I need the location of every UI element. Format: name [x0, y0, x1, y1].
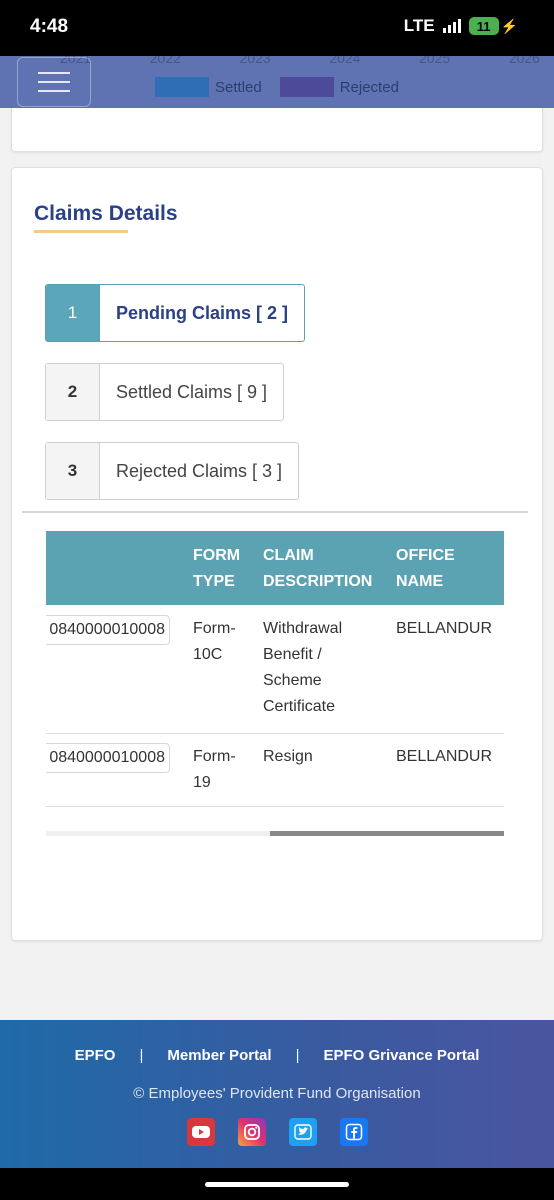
claims-table[interactable]: FORM TYPE CLAIM DESCRIPTION OFFICE NAME …	[46, 531, 504, 807]
charging-icon: ⚡	[500, 17, 518, 34]
footer-separator: |	[295, 1047, 300, 1064]
header-form-type: FORM TYPE	[193, 547, 241, 590]
header-claim-description: CLAIM DESCRIPTION	[263, 547, 373, 590]
signal-icon	[442, 19, 461, 33]
youtube-icon[interactable]	[186, 1118, 215, 1146]
tab-label: Settled Claims [ 9 ]	[116, 381, 268, 402]
top-navbar: 2021 2022 2023 2024 2025 2026 Settled Re…	[0, 56, 554, 108]
footer-links: EPFO | Member Portal | EPFO Grivance Por…	[0, 1047, 554, 1064]
footer-link-member-portal[interactable]: Member Portal	[167, 1047, 271, 1064]
network-type: LTE	[403, 16, 435, 35]
cell-form-type: Form- 19	[193, 748, 236, 791]
tab-label: Pending Claims [ 2 ]	[116, 302, 289, 323]
legend-swatch-rejected	[279, 77, 334, 97]
chart-legend: Settled Rejected	[155, 77, 417, 97]
cell-office-name: BELLANDUR	[396, 620, 493, 637]
legend-label-settled: Settled	[215, 78, 262, 96]
cell-claim-description: Resign	[263, 748, 313, 765]
status-indicators: LTE 11 ⚡	[404, 16, 518, 36]
hamburger-icon	[38, 72, 70, 74]
instagram-icon[interactable]	[237, 1118, 266, 1146]
tab-rejected-claims[interactable]: 3 Rejected Claims [ 3 ]	[45, 442, 300, 500]
row-divider	[46, 733, 504, 734]
claim-id-field[interactable]: 0840000010008	[46, 615, 170, 645]
footer-separator: |	[139, 1047, 144, 1064]
social-links	[0, 1118, 554, 1146]
tab-pending-claims[interactable]: 1 Pending Claims [ 2 ]	[45, 284, 306, 342]
year-tick: 2024	[329, 56, 361, 66]
facebook-icon[interactable]	[339, 1118, 368, 1146]
scrollbar-thumb[interactable]	[270, 831, 504, 836]
header-office-name: OFFICE NAME	[396, 547, 455, 590]
year-tick: 2026	[508, 56, 540, 66]
legend-swatch-settled	[155, 77, 209, 97]
chart-card-bottom	[11, 108, 543, 152]
hamburger-menu-button[interactable]	[17, 57, 91, 107]
tab-number: 1	[46, 285, 100, 341]
copyright-text: © Employees' Provident Fund Organisation	[133, 1085, 421, 1102]
tab-number: 3	[46, 443, 100, 499]
title-underline	[34, 230, 128, 233]
cell-form-type: Form- 10C	[193, 620, 236, 663]
year-tick: 2025	[419, 56, 451, 66]
divider	[22, 511, 528, 513]
status-time: 4:48	[30, 16, 69, 37]
legend-label-rejected: Rejected	[339, 78, 399, 96]
claim-id-field[interactable]: 0840000010008	[46, 743, 170, 773]
cell-office-name: BELLANDUR	[396, 748, 493, 765]
tab-number: 2	[46, 364, 100, 420]
row-divider	[46, 806, 504, 807]
footer: EPFO | Member Portal | EPFO Grivance Por…	[0, 1020, 554, 1168]
battery-icon: 11 ⚡	[468, 17, 518, 35]
tab-label: Rejected Claims [ 3 ]	[116, 460, 283, 481]
home-indicator[interactable]	[205, 1182, 349, 1187]
status-bar: 4:48 LTE 11 ⚡	[0, 0, 554, 56]
chart-year-ticks: 2021 2022 2023 2024 2025 2026	[60, 56, 540, 66]
table-header: FORM TYPE CLAIM DESCRIPTION OFFICE NAME	[46, 531, 504, 605]
footer-link-epfo[interactable]: EPFO	[75, 1047, 116, 1064]
year-tick: 2022	[149, 56, 181, 66]
horizontal-scrollbar[interactable]	[46, 831, 504, 836]
section-title: Claims Details	[34, 202, 178, 225]
claims-details-card: Claims Details 1 Pending Claims [ 2 ] 2 …	[11, 167, 543, 941]
battery-level: 11	[468, 17, 499, 35]
cell-claim-description: Withdrawal Benefit / Scheme Certificate	[263, 620, 343, 715]
twitter-icon[interactable]	[288, 1118, 317, 1146]
home-indicator-area	[0, 1168, 554, 1200]
tab-settled-claims[interactable]: 2 Settled Claims [ 9 ]	[45, 363, 285, 421]
footer-link-grievance-portal[interactable]: EPFO Grivance Portal	[323, 1047, 479, 1064]
year-tick: 2023	[239, 56, 271, 66]
